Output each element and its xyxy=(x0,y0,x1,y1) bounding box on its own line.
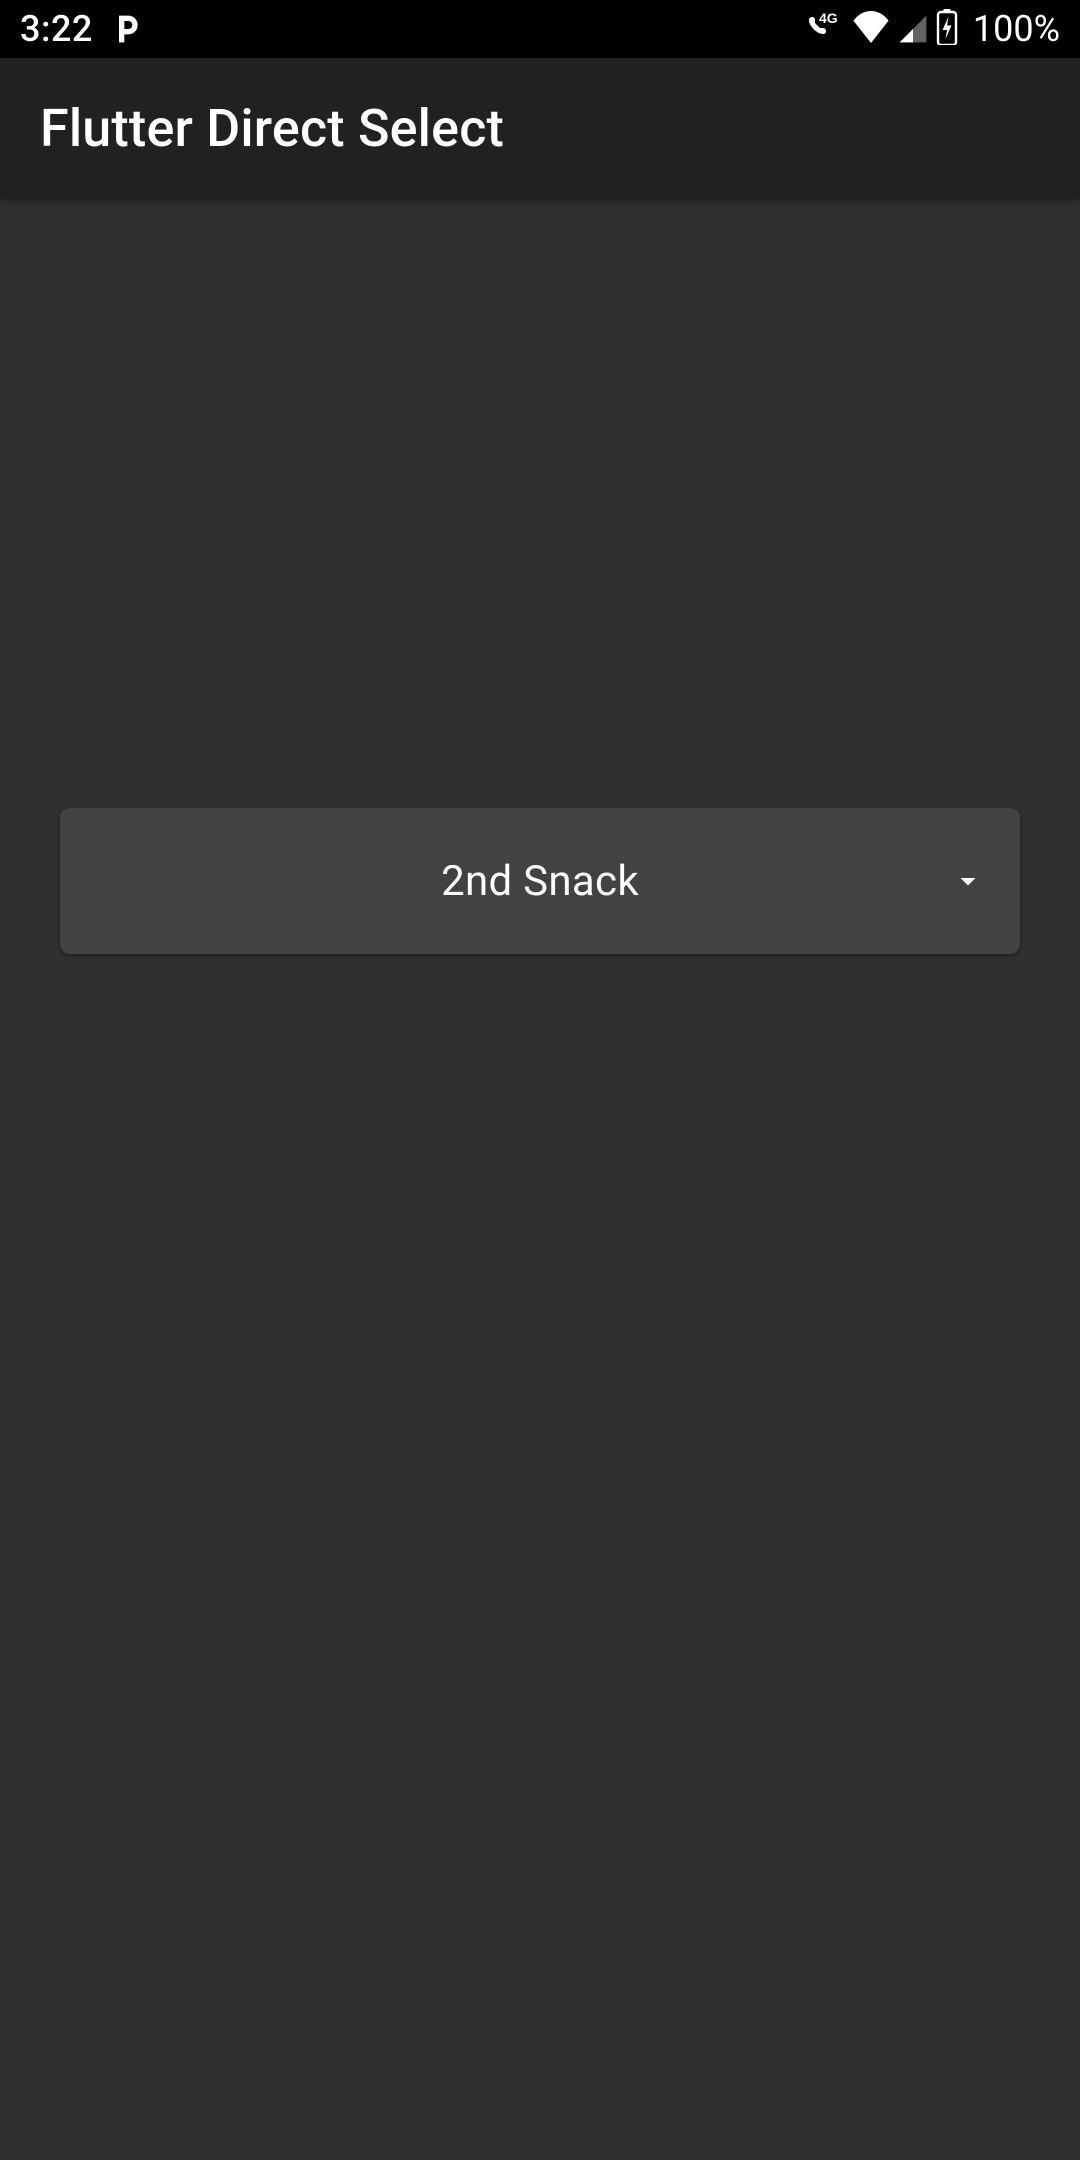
wifi-icon xyxy=(851,11,891,47)
svg-text:4G: 4G xyxy=(819,10,838,26)
status-time: 3:22 xyxy=(20,8,93,50)
status-bar: 3:22 4G xyxy=(0,0,1080,58)
app-bar: Flutter Direct Select xyxy=(0,58,1080,198)
phone-4g-icon: 4G xyxy=(805,10,845,48)
chevron-down-icon xyxy=(950,863,986,899)
select-value: 2nd Snack xyxy=(441,857,639,906)
app-title: Flutter Direct Select xyxy=(40,98,504,159)
status-bar-left: 3:22 xyxy=(20,8,143,50)
direct-select-control[interactable]: 2nd Snack xyxy=(60,808,1020,954)
cellular-signal-icon xyxy=(897,13,929,45)
battery-charging-icon xyxy=(935,9,959,49)
p-icon xyxy=(111,12,143,46)
content-area: 2nd Snack xyxy=(0,808,1080,954)
battery-percentage: 100% xyxy=(973,8,1060,50)
status-bar-right: 4G 100% xyxy=(805,8,1060,50)
